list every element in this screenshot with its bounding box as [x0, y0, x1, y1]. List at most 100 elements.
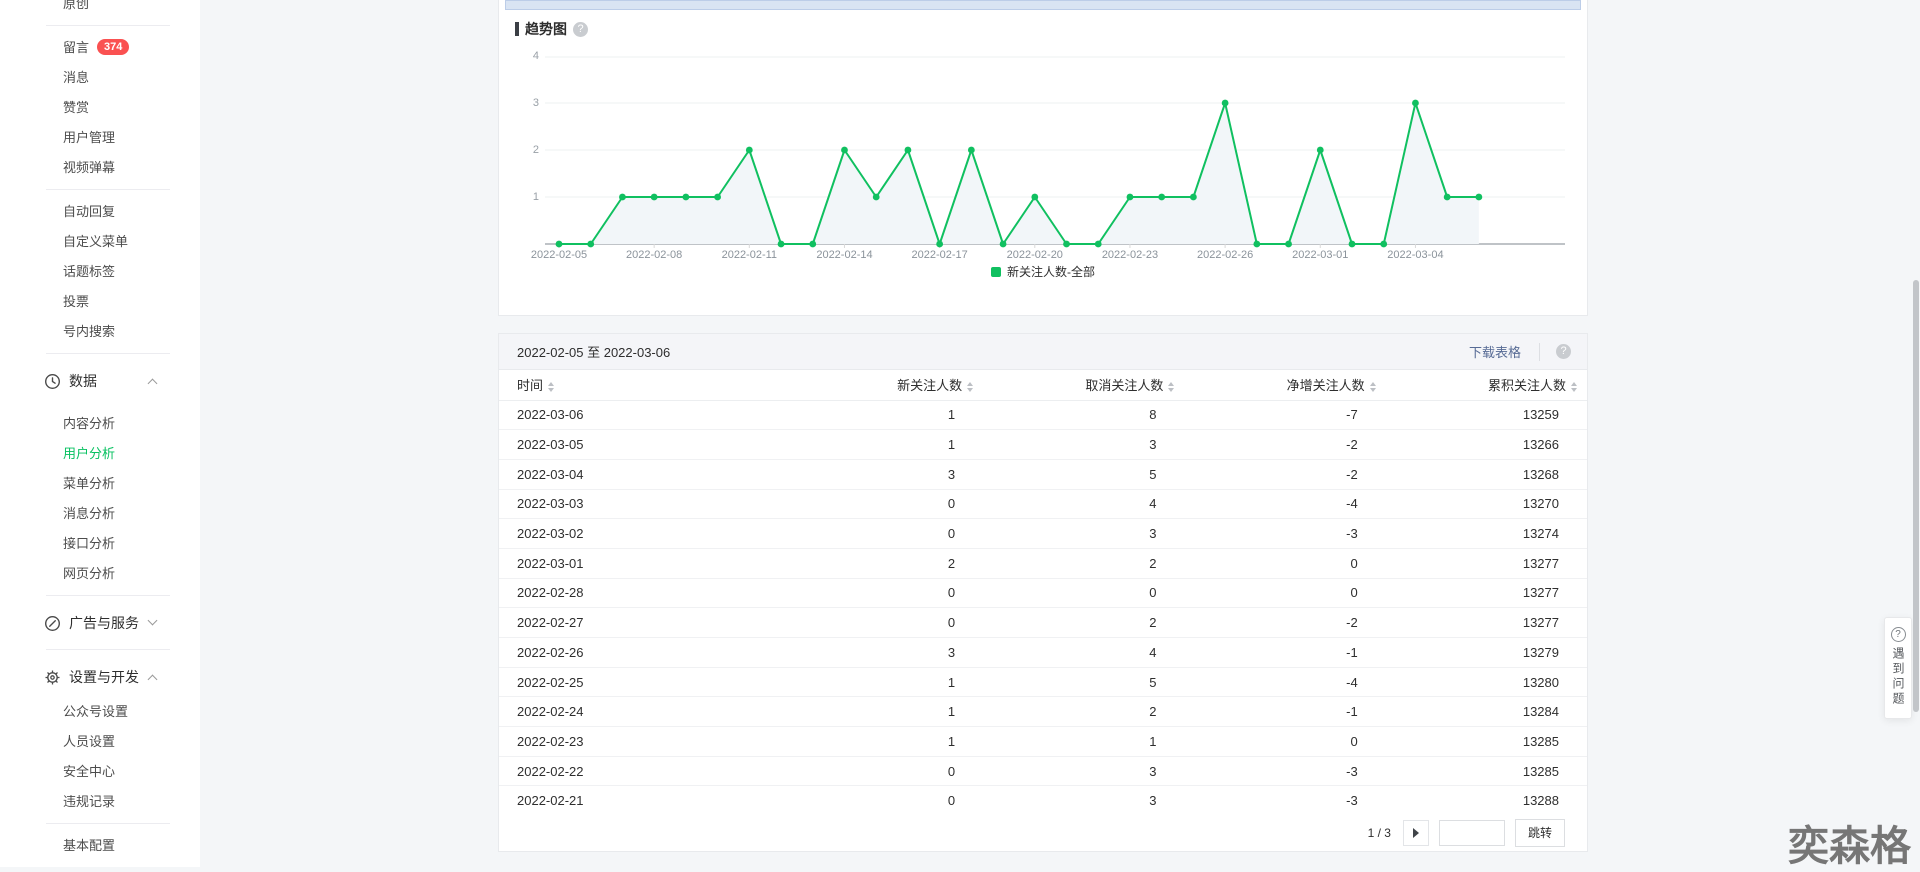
x-tick-label: 2022-02-11: [721, 249, 778, 261]
sidebar-item-rewards[interactable]: 赞赏: [0, 93, 200, 123]
sidebar-item-content-analysis[interactable]: 内容分析: [0, 409, 200, 439]
table-row: 2022-02-24 1 2 -1 13284: [499, 696, 1587, 728]
table-cell: 1: [781, 726, 984, 757]
sidebar-item-voting[interactable]: 投票: [0, 287, 200, 317]
table-cell: 2022-02-22: [499, 756, 782, 787]
sidebar-item-label: 话题标签: [63, 264, 116, 279]
table-cell: 13277: [1385, 578, 1587, 609]
scrollbar-thumb[interactable]: [1913, 280, 1919, 712]
chart-legend: 新关注人数-全部: [499, 263, 1587, 280]
column-header-label: 时间: [517, 378, 544, 394]
gear-icon: [44, 669, 61, 686]
sidebar-section-label: 数据: [69, 373, 97, 389]
clock-icon: [44, 373, 61, 390]
sidebar-item-user-analysis[interactable]: 用户分析: [0, 439, 200, 469]
data-point: [714, 193, 721, 201]
sidebar-item-custom-menu[interactable]: 自定义菜单: [0, 227, 200, 257]
toolbar-divider: [1539, 342, 1540, 361]
chart-title: 趋势图: [525, 21, 567, 37]
sidebar-item-violation-records[interactable]: 违规记录: [0, 787, 200, 817]
data-point: [1094, 240, 1102, 248]
table-cell: -3: [1184, 518, 1386, 549]
trend-chart-card: 趋势图 ? 1 2 3 4 2022-02-05 2022-02-08 2022-02-1…: [498, 0, 1588, 316]
table-cell: 13288: [1385, 785, 1587, 817]
sidebar-item-user-management[interactable]: 用户管理: [0, 123, 200, 153]
table-header-row: 时间 新关注人数 取消关注人数 净增关注人数 累积关注人数: [499, 370, 1587, 401]
next-page-button[interactable]: [1402, 819, 1429, 846]
column-header-net-followers[interactable]: 净增关注人数: [1184, 370, 1386, 401]
table-cell: 2: [983, 607, 1185, 638]
sidebar-item-label: 安全中心: [63, 764, 116, 779]
sidebar: 原创留言 374 消息赞赏 用户管理 视频弹幕自动回复 自定义菜单话题标签投票 号内搜索数据…: [0, 0, 200, 867]
sidebar-item-staff-settings[interactable]: 人员设置: [0, 727, 200, 757]
data-point: [1221, 99, 1229, 107]
table-row: 2022-02-28 0 0 0 13277: [499, 578, 1587, 609]
x-tick-label: 2022-02-14: [816, 249, 873, 261]
sidebar-item-basic-config[interactable]: 基本配置: [0, 831, 200, 861]
sidebar-item-api-analysis[interactable]: 接口分析: [0, 529, 200, 559]
sidebar-item-comments[interactable]: 留言 374: [0, 33, 200, 63]
sidebar-item-messages[interactable]: 消息: [0, 63, 200, 93]
sidebar-item-message-analysis[interactable]: 消息分析: [0, 499, 200, 529]
table-cell: -1: [1184, 696, 1386, 728]
table-cell: 2: [983, 696, 1185, 728]
table-help-icon[interactable]: ?: [1556, 344, 1571, 359]
page-jump-input[interactable]: [1438, 819, 1505, 846]
table-cell: 13284: [1385, 696, 1587, 728]
table-cell: 2022-02-27: [499, 607, 782, 638]
table-row: 2022-02-27 0 2 -2 13277: [499, 607, 1587, 638]
sidebar-section-settings-dev[interactable]: 设置与开发: [0, 657, 200, 697]
sidebar-section-ads-services[interactable]: 广告与服务: [0, 603, 200, 643]
feedback-float-button[interactable]: ? 遇到问题: [1884, 617, 1912, 719]
table-row: 2022-02-21 0 3 -3 13288: [499, 785, 1587, 817]
table-cell: 2022-03-03: [499, 489, 782, 520]
sidebar-section-data[interactable]: 数据: [0, 361, 200, 401]
chart-help-icon[interactable]: ?: [573, 21, 588, 37]
table-cell: 3: [983, 518, 1185, 549]
sidebar-divider: [46, 823, 170, 824]
column-header-cumulative-followers[interactable]: 累积关注人数: [1385, 370, 1587, 401]
table-cell: 2022-03-01: [499, 548, 782, 579]
table-cell: 13277: [1385, 548, 1587, 579]
sidebar-item-in-account-search[interactable]: 号内搜索: [0, 317, 200, 347]
table-cell: -3: [1184, 756, 1386, 787]
sort-carets-icon: [548, 382, 555, 393]
sidebar-item-label: 接口分析: [63, 536, 116, 551]
column-header-unfollowers[interactable]: 取消关注人数: [983, 370, 1185, 401]
table-cell: 0: [1184, 578, 1386, 609]
sidebar-item-menu-analysis[interactable]: 菜单分析: [0, 469, 200, 499]
sidebar-item-label: 违规记录: [63, 794, 116, 809]
sidebar-item-web-analysis[interactable]: 网页分析: [0, 559, 200, 589]
data-point: [1475, 193, 1483, 201]
table-cell: 13279: [1385, 637, 1587, 668]
sidebar-item-security-center[interactable]: 安全中心: [0, 757, 200, 787]
table-cell: 3: [983, 429, 1185, 460]
column-header-time[interactable]: 时间: [499, 370, 782, 401]
data-point: [555, 240, 563, 248]
download-table-button[interactable]: 下载表格: [1451, 342, 1539, 361]
x-tick-label: 2022-02-23: [1101, 249, 1159, 261]
sidebar-item-label: 消息分析: [63, 506, 116, 521]
table-row: 2022-03-03 0 4 -4 13270: [499, 489, 1587, 520]
sidebar-item-account-settings[interactable]: 公众号设置: [0, 697, 200, 727]
sidebar-item-original[interactable]: 原创: [0, 0, 200, 19]
sidebar-item-label: 消息: [63, 70, 90, 85]
table-cell: 1: [781, 429, 984, 460]
sort-carets-icon: [1168, 382, 1175, 393]
sidebar-divider: [46, 25, 170, 26]
page-jump-button[interactable]: 跳转: [1514, 818, 1565, 847]
sidebar-item-topic-tags[interactable]: 话题标签: [0, 257, 200, 287]
x-tick-label: 2022-02-17: [911, 249, 968, 261]
follower-table-card: 2022-02-05 至 2022-03-06 下载表格 ? 时间 新关注人数 取消…: [498, 333, 1588, 852]
table-cell: 13274: [1385, 518, 1587, 549]
table-row: 2022-02-23 1 1 0 13285: [499, 726, 1587, 757]
sidebar-item-auto-reply[interactable]: 自动回复: [0, 197, 200, 227]
table-cell: 1: [983, 726, 1185, 757]
follower-table: 时间 新关注人数 取消关注人数 净增关注人数 累积关注人数 2022-03-06 1 8 -7…: [499, 370, 1587, 817]
table-cell: 0: [1184, 548, 1386, 579]
column-header-new-followers[interactable]: 新关注人数: [781, 370, 984, 401]
data-point: [1443, 193, 1451, 201]
sidebar-item-label: 内容分析: [63, 416, 116, 431]
sidebar-item-video-danmu[interactable]: 视频弹幕: [0, 153, 200, 183]
data-point: [1253, 240, 1261, 248]
